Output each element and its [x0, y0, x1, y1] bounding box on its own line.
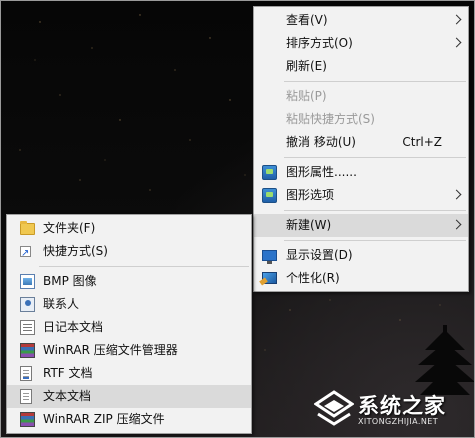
- shortcut-label: Ctrl+Z: [402, 135, 442, 149]
- menu-item-personalize[interactable]: 个性化(R): [254, 267, 468, 290]
- personalize-icon: [262, 272, 277, 284]
- folder-icon: [20, 221, 35, 235]
- submenu-item-shortcut[interactable]: 快捷方式(S): [7, 240, 251, 265]
- bmp-image-icon: [20, 274, 35, 289]
- submenu-item-winrar-archive[interactable]: WinRAR 压缩文件管理器: [7, 339, 251, 362]
- menu-item-new[interactable]: 新建(W): [254, 214, 468, 237]
- menu-item-graphics-properties[interactable]: 图形属性......: [254, 161, 468, 184]
- submenu-item-rtf-document[interactable]: RTF 文档: [7, 362, 251, 385]
- menu-item-label: 日记本文档: [43, 320, 104, 334]
- chevron-right-icon: [451, 37, 462, 48]
- chevron-right-icon: [451, 219, 462, 230]
- desktop-context-menu: 查看(V) 排序方式(O) 刷新(E) 粘贴(P) 粘贴快捷方式(S) 撤消 移…: [253, 6, 469, 292]
- submenu-item-journal-document[interactable]: 日记本文档: [7, 316, 251, 339]
- submenu-item-bmp-image[interactable]: BMP 图像: [7, 270, 251, 293]
- menu-item-label: 个性化(R): [286, 271, 340, 285]
- rtf-document-icon: [20, 366, 32, 381]
- menu-item-label: WinRAR ZIP 压缩文件: [43, 412, 165, 426]
- journal-icon: [20, 320, 35, 335]
- contact-icon: [20, 297, 35, 312]
- menu-separator: [284, 240, 466, 241]
- submenu-item-text-document[interactable]: 文本文档: [7, 385, 251, 408]
- site-watermark: 系统之家 XITONGZHIJIA.NET: [300, 388, 470, 432]
- menu-item-undo-move[interactable]: 撤消 移动(U) Ctrl+Z: [254, 131, 468, 154]
- chevron-right-icon: [451, 189, 462, 200]
- menu-separator: [284, 210, 466, 211]
- menu-item-label: 排序方式(O): [286, 36, 353, 50]
- menu-item-label: 查看(V): [286, 13, 328, 27]
- menu-item-label: RTF 文档: [43, 366, 93, 380]
- graphics-properties-icon: [262, 165, 277, 180]
- menu-item-label: 图形选项: [286, 188, 335, 202]
- submenu-item-contact[interactable]: 联系人: [7, 293, 251, 316]
- menu-item-paste-shortcut: 粘贴快捷方式(S): [254, 108, 468, 131]
- menu-item-label: 显示设置(D): [286, 248, 353, 262]
- graphics-options-icon: [262, 188, 277, 203]
- display-settings-icon: [262, 250, 277, 264]
- new-submenu: 文件夹(F) 快捷方式(S) BMP 图像 联系人 日记本文档 WinRAR 压…: [6, 214, 252, 434]
- menu-item-graphics-options[interactable]: 图形选项: [254, 184, 468, 207]
- watermark-title: 系统之家: [358, 394, 446, 418]
- menu-separator: [284, 81, 466, 82]
- menu-item-label: 文件夹(F): [43, 221, 96, 235]
- submenu-item-winrar-zip[interactable]: WinRAR ZIP 压缩文件: [7, 408, 251, 431]
- menu-item-label: 刷新(E): [286, 59, 327, 73]
- menu-item-label: 粘贴(P): [286, 89, 327, 103]
- menu-separator: [284, 157, 466, 158]
- menu-item-view[interactable]: 查看(V): [254, 9, 468, 32]
- menu-item-sort-by[interactable]: 排序方式(O): [254, 32, 468, 55]
- menu-item-label: 新建(W): [286, 218, 332, 232]
- text-document-icon: [20, 389, 32, 404]
- submenu-item-folder[interactable]: 文件夹(F): [7, 217, 251, 240]
- menu-item-label: WinRAR 压缩文件管理器: [43, 343, 178, 357]
- shortcut-icon: [20, 242, 31, 265]
- menu-item-label: 快捷方式(S): [43, 244, 108, 258]
- menu-item-refresh[interactable]: 刷新(E): [254, 55, 468, 78]
- menu-item-label: 图形属性......: [286, 165, 357, 179]
- menu-item-label: 粘贴快捷方式(S): [286, 112, 375, 126]
- winrar-zip-icon: [20, 412, 35, 427]
- menu-item-label: 撤消 移动(U): [286, 135, 356, 149]
- watermark-url: XITONGZHIJIA.NET: [358, 417, 438, 426]
- menu-separator: [39, 266, 249, 267]
- winrar-icon: [20, 343, 35, 358]
- watermark-logo: [314, 390, 354, 426]
- chevron-right-icon: [451, 14, 462, 25]
- menu-item-paste: 粘贴(P): [254, 85, 468, 108]
- menu-item-label: BMP 图像: [43, 274, 97, 288]
- menu-item-label: 联系人: [43, 297, 80, 311]
- menu-item-label: 文本文档: [43, 389, 92, 403]
- menu-item-display-settings[interactable]: 显示设置(D): [254, 244, 468, 267]
